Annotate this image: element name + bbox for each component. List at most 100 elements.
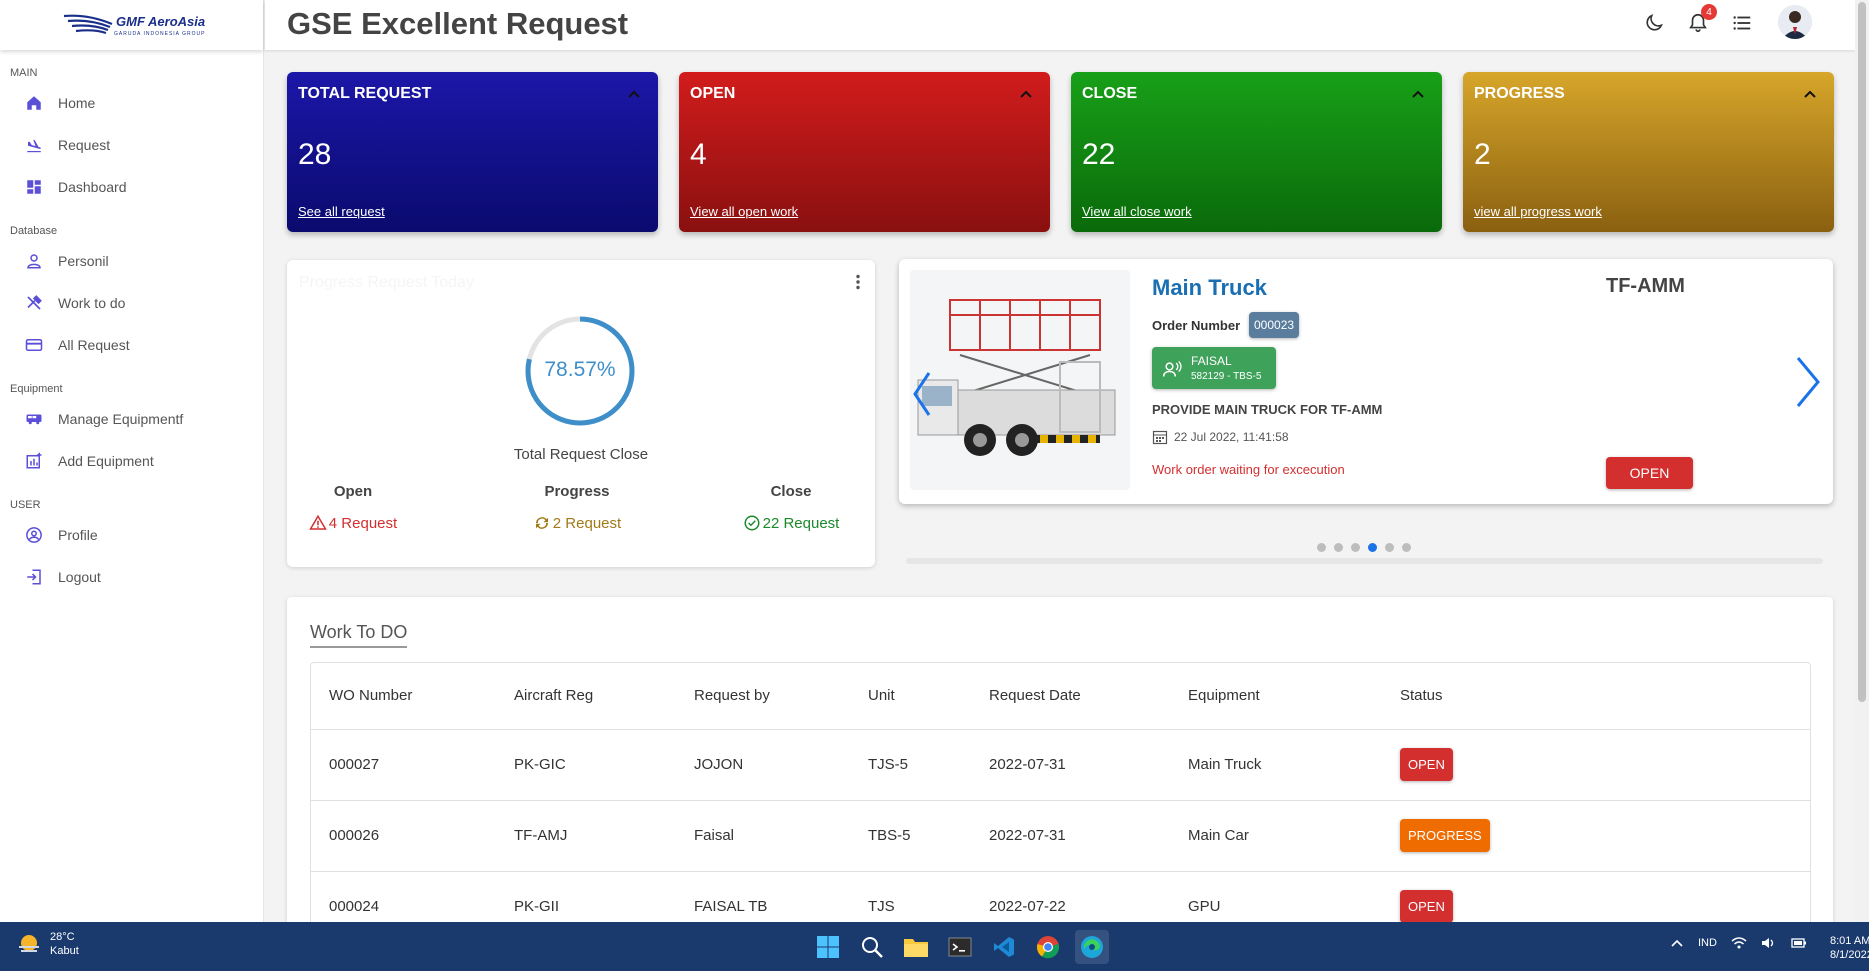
sidebar-section-title: USER	[10, 499, 41, 511]
sidebar-item-personil[interactable]: Personil	[0, 240, 263, 282]
sidebar-item-profile[interactable]: Profile	[0, 514, 263, 556]
sidebar-item-manage-equipmentf[interactable]: Manage Equipmentf	[0, 398, 263, 440]
chevron-up-icon[interactable]	[1410, 86, 1426, 102]
input-language[interactable]: IND	[1698, 937, 1717, 949]
sidebar-item-label: Home	[58, 95, 96, 111]
dashboard-icon	[24, 177, 44, 197]
sidebar-item-add-equipment[interactable]: Add Equipment	[0, 440, 263, 482]
page-scrollbar[interactable]	[1855, 0, 1869, 922]
carousel-dot[interactable]	[1402, 543, 1411, 552]
progress-col-header: Open	[333, 483, 373, 500]
view-open-work-link[interactable]: View all open work	[690, 204, 798, 219]
column-header: Equipment	[1170, 663, 1382, 730]
user-avatar[interactable]	[1778, 5, 1812, 39]
person-voice-icon	[1162, 361, 1182, 377]
menu-list-button[interactable]	[1729, 10, 1755, 36]
view-progress-work-link[interactable]: view all progress work	[1474, 204, 1602, 219]
volume-icon[interactable]	[1761, 936, 1777, 950]
more-vert-icon[interactable]	[855, 274, 861, 290]
carousel-next-arrow[interactable]	[1792, 354, 1822, 410]
work-to-do-title: Work To DO	[310, 622, 408, 648]
sidebar-item-request[interactable]: Request	[0, 124, 263, 166]
sidebar-item-label: Logout	[58, 569, 101, 585]
status-button[interactable]: OPEN	[1400, 890, 1453, 923]
logo[interactable]: GMF AeroAsia GARUDA INDONESIA GROUP	[0, 0, 263, 50]
check-circle-icon	[744, 515, 760, 531]
chevron-up-icon[interactable]	[626, 86, 642, 102]
carousel-status-button[interactable]: OPEN	[1606, 457, 1693, 489]
file-explorer-button[interactable]	[899, 930, 933, 964]
carousel-aircraft-reg: TF-AMM	[1606, 275, 1685, 297]
sidebar-item-all-request[interactable]: All Request	[0, 324, 263, 366]
stat-card-total: TOTAL REQUEST 28 See all request	[287, 72, 658, 232]
terminal-icon	[948, 937, 972, 957]
carousel-dot[interactable]	[1368, 543, 1377, 552]
status-button[interactable]: OPEN	[1400, 748, 1453, 781]
column-header: Request Date	[971, 663, 1170, 730]
cell-equipment: Main Car	[1170, 800, 1382, 872]
cell-by: JOJON	[676, 729, 850, 801]
logo-tagline: GARUDA INDONESIA GROUP	[114, 31, 206, 37]
start-button[interactable]	[811, 930, 845, 964]
sidebar-item-label: Manage Equipmentf	[58, 411, 184, 427]
avatar-icon	[1778, 5, 1812, 39]
progress-progress-col: Progress 2 Request	[477, 483, 677, 532]
profile-icon	[24, 525, 44, 545]
carousel-dot[interactable]	[1317, 543, 1326, 552]
view-close-work-link[interactable]: View all close work	[1082, 204, 1192, 219]
sidebar-item-label: Profile	[58, 527, 98, 543]
stat-label: TOTAL REQUEST	[298, 85, 432, 102]
cell-reg: PK-GIC	[496, 729, 676, 801]
wifi-icon[interactable]	[1731, 936, 1747, 950]
carousel-prev-arrow[interactable]	[911, 369, 935, 419]
chevron-up-icon[interactable]	[1670, 938, 1684, 948]
weather-widget[interactable]: 28°C Kabut	[16, 931, 79, 957]
sidebar-item-label: Request	[58, 137, 111, 153]
notifications-button[interactable]: 4	[1685, 4, 1717, 36]
table-row[interactable]: 000027 PK-GIC JOJON TJS-5 2022-07-31 Main Tru…	[311, 729, 1810, 801]
see-all-request-link[interactable]: See all request	[298, 204, 385, 219]
scrollbar-thumb[interactable]	[1858, 2, 1866, 702]
cell-by: Faisal	[676, 800, 850, 872]
weather-desc: Kabut	[50, 945, 79, 957]
stat-value: 4	[690, 138, 707, 171]
terminal-button[interactable]	[943, 930, 977, 964]
sidebar-item-home[interactable]: Home	[0, 82, 263, 124]
carousel-scroll-track[interactable]	[906, 558, 1823, 564]
progress-close-col: Close 22 Request	[691, 483, 891, 532]
sidebar-section-title: Equipment	[10, 383, 63, 395]
sidebar-item-work-to-do[interactable]: Work to do	[0, 282, 263, 324]
battery-icon[interactable]	[1791, 936, 1807, 950]
carousel-dot[interactable]	[1334, 543, 1343, 552]
sidebar-item-dashboard[interactable]: Dashboard	[0, 166, 263, 208]
dark-mode-toggle[interactable]	[1641, 10, 1667, 36]
vscode-button[interactable]	[987, 930, 1021, 964]
request-carousel: Main Truck TF-AMM Order Number 000023 FA…	[899, 259, 1833, 504]
column-header: Status	[1382, 663, 1810, 730]
edge-button[interactable]	[1075, 930, 1109, 964]
search-button[interactable]	[855, 930, 889, 964]
table-row[interactable]: 000026 TF-AMJ Faisal TBS-5 2022-07-31 Main Ca…	[311, 800, 1810, 872]
carousel-description: PROVIDE MAIN TRUCK FOR TF-AMM	[1152, 402, 1383, 417]
carousel-indicators	[1317, 543, 1411, 552]
stat-label: PROGRESS	[1474, 85, 1565, 102]
sidebar-item-logout[interactable]: Logout	[0, 556, 263, 598]
chrome-button[interactable]	[1031, 930, 1065, 964]
stat-label: CLOSE	[1082, 85, 1138, 102]
carousel-dot[interactable]	[1351, 543, 1360, 552]
person-icon	[24, 251, 44, 271]
edge-icon	[1081, 936, 1103, 958]
column-header: Request by	[676, 663, 850, 730]
windows-icon	[817, 936, 839, 958]
chevron-up-icon[interactable]	[1018, 86, 1034, 102]
chevron-up-icon[interactable]	[1802, 86, 1818, 102]
stat-card-open: OPEN 4 View all open work	[679, 72, 1050, 232]
system-clock[interactable]: 8:01 AM 8/1/2022	[1830, 934, 1869, 962]
cell-date: 2022-07-31	[971, 729, 1170, 801]
carousel-dot[interactable]	[1385, 543, 1394, 552]
calendar-icon	[1152, 430, 1168, 445]
status-button[interactable]: PROGRESS	[1400, 819, 1490, 852]
progress-col-header: Progress	[544, 483, 610, 500]
taskbar-apps	[811, 930, 1109, 964]
assigned-person-detail: 582129 - TBS-5	[1191, 371, 1262, 382]
